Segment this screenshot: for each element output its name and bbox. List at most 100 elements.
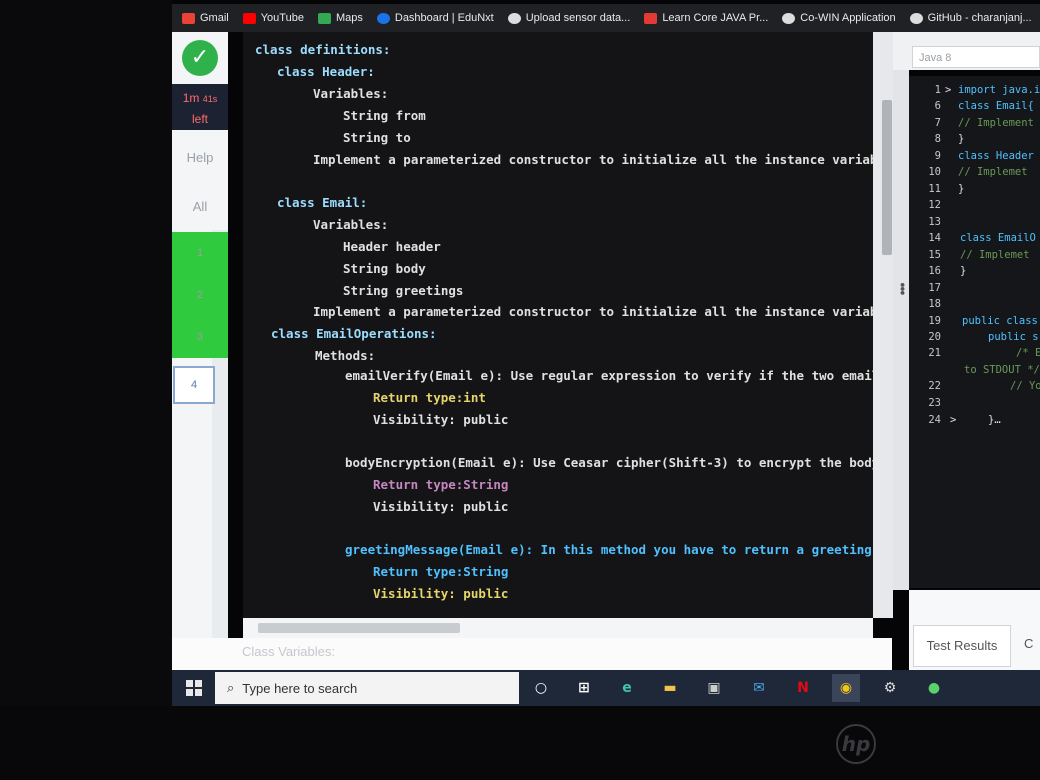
- language-select[interactable]: Java 8: [912, 46, 1040, 68]
- bookmark-youtube[interactable]: YouTube: [242, 12, 304, 24]
- line-number: 9: [934, 150, 941, 162]
- taskbar-search-box[interactable]: ⌕ Type here to search: [215, 672, 519, 704]
- timer: 1m 41s left: [172, 84, 228, 130]
- bookmark-upload[interactable]: Upload sensor data...: [507, 12, 630, 24]
- code-line: }: [960, 265, 967, 277]
- statement-horizontal-thumb[interactable]: [258, 623, 460, 633]
- bookmark-maps[interactable]: Maps: [317, 12, 363, 24]
- statement-line: Methods:: [315, 348, 376, 363]
- all-questions-link[interactable]: All: [172, 199, 228, 214]
- bookmark-learn-java[interactable]: Learn Core JAVA Pr...: [644, 12, 768, 24]
- chrome-icon[interactable]: ◉: [832, 674, 860, 702]
- line-number: 12: [928, 199, 941, 211]
- statement-line: bodyEncryption(Email e): Use Ceasar ciph…: [345, 455, 873, 470]
- code-line: // Implemet: [960, 249, 1030, 261]
- question-1-button[interactable]: 1: [172, 232, 228, 274]
- monitor-bezel: [0, 0, 172, 780]
- timer-value: 1m: [182, 91, 200, 105]
- edunxt-icon: [376, 12, 390, 24]
- bookmark-gmail[interactable]: Gmail: [182, 12, 229, 24]
- line-number: 17: [928, 282, 941, 294]
- line-number: 18: [928, 298, 941, 310]
- store-icon[interactable]: ▣: [700, 674, 728, 702]
- statement-line: Return type:String: [373, 564, 509, 579]
- bookmark-cowin[interactable]: Co-WIN Application: [782, 12, 896, 24]
- help-link[interactable]: Help: [172, 150, 228, 165]
- tab-custom-input[interactable]: C: [1024, 636, 1033, 651]
- fold-arrow-icon[interactable]: >: [950, 414, 956, 426]
- code-line: /* E: [1016, 347, 1040, 359]
- statement-line: Implement a parameterized constructor to…: [313, 152, 873, 167]
- statement-line: Return type:int: [373, 390, 486, 405]
- line-number: 10: [928, 166, 941, 178]
- java-icon: [644, 12, 658, 24]
- code-line: class EmailO: [960, 232, 1036, 244]
- line-number: 24: [928, 414, 941, 426]
- line-number: 11: [928, 183, 941, 195]
- code-line: // Implemet: [958, 166, 1028, 178]
- question-4-button[interactable]: 4: [173, 366, 215, 404]
- bookmark-edunxt[interactable]: Dashboard | EduNxt: [376, 12, 494, 24]
- code-line: to STDOUT */: [964, 364, 1040, 376]
- statement-line: String greetings: [343, 283, 464, 298]
- windows-start-icon[interactable]: [186, 680, 202, 696]
- line-number: 7: [934, 117, 941, 129]
- timer-seconds: 41s: [202, 94, 218, 104]
- line-number: 22: [928, 380, 941, 392]
- statement-line: Visibility: public: [373, 499, 509, 514]
- code-line: public class: [962, 315, 1038, 327]
- line-number: 15: [928, 249, 941, 261]
- class-variables-label: Class Variables:: [242, 644, 335, 659]
- bookmark-github[interactable]: GitHub - charanjanj...: [909, 12, 1032, 24]
- mail-icon[interactable]: ✉: [745, 674, 773, 702]
- code-line: import java.i: [958, 84, 1040, 96]
- check-icon: ✓: [182, 40, 218, 76]
- bookmarks-bar: Gmail YouTube Maps Dashboard | EduNxt Up…: [172, 4, 1040, 32]
- youtube-icon: [242, 12, 256, 24]
- statement-line: String from: [343, 108, 426, 123]
- statement-line: Visibility: public: [373, 586, 509, 601]
- pane-splitter[interactable]: [893, 70, 909, 590]
- question-3-button[interactable]: 3: [172, 316, 228, 358]
- cowin-icon: [782, 12, 796, 24]
- cortana-icon[interactable]: ○: [527, 674, 555, 702]
- statement-line: class EmailOperations:: [271, 326, 437, 341]
- code-line: // Implement: [958, 117, 1034, 129]
- search-placeholder: Type here to search: [242, 680, 358, 696]
- drag-handle-icon[interactable]: • • •: [899, 280, 906, 299]
- line-number: 1: [934, 84, 941, 96]
- hp-logo-icon: hp: [836, 724, 876, 764]
- question-2-button[interactable]: 2: [172, 274, 228, 316]
- code-line: }: [958, 183, 965, 195]
- task-view-icon[interactable]: ⊞: [570, 674, 598, 702]
- statement-line: Header header: [343, 239, 441, 254]
- tab-test-results[interactable]: Test Results: [913, 625, 1011, 667]
- line-number: 21: [928, 347, 941, 359]
- gmail-icon: [182, 12, 195, 24]
- fold-arrow-icon[interactable]: >: [945, 84, 951, 96]
- statement-line: Return type:String: [373, 477, 509, 492]
- maps-icon: [317, 12, 331, 24]
- statement-line: greetingMessage(Email e): In this method…: [345, 542, 873, 557]
- line-number: 14: [928, 232, 941, 244]
- line-number: 16: [928, 265, 941, 277]
- github-icon: [909, 12, 923, 24]
- file-explorer-icon[interactable]: ▬: [656, 674, 684, 702]
- statement-scroll-thumb[interactable]: [882, 100, 892, 255]
- upload-icon: [507, 12, 521, 24]
- statement-line: class Header:: [277, 64, 375, 79]
- line-number: 23: [928, 397, 941, 409]
- netflix-icon[interactable]: N: [789, 674, 817, 702]
- search-icon: ⌕: [227, 680, 235, 695]
- line-number: 13: [928, 216, 941, 228]
- whatsapp-icon[interactable]: ●: [920, 674, 948, 702]
- monitor-bottom-bezel: [0, 706, 1040, 780]
- timer-left-label: left: [191, 112, 208, 126]
- edge-icon[interactable]: e: [613, 674, 641, 702]
- code-line: // You: [1010, 380, 1040, 392]
- line-number: 8: [934, 133, 941, 145]
- statement-line: class Email:: [277, 195, 368, 210]
- code-line: class Email{: [958, 100, 1034, 112]
- settings-icon[interactable]: ⚙: [876, 674, 904, 702]
- line-number: 19: [928, 315, 941, 327]
